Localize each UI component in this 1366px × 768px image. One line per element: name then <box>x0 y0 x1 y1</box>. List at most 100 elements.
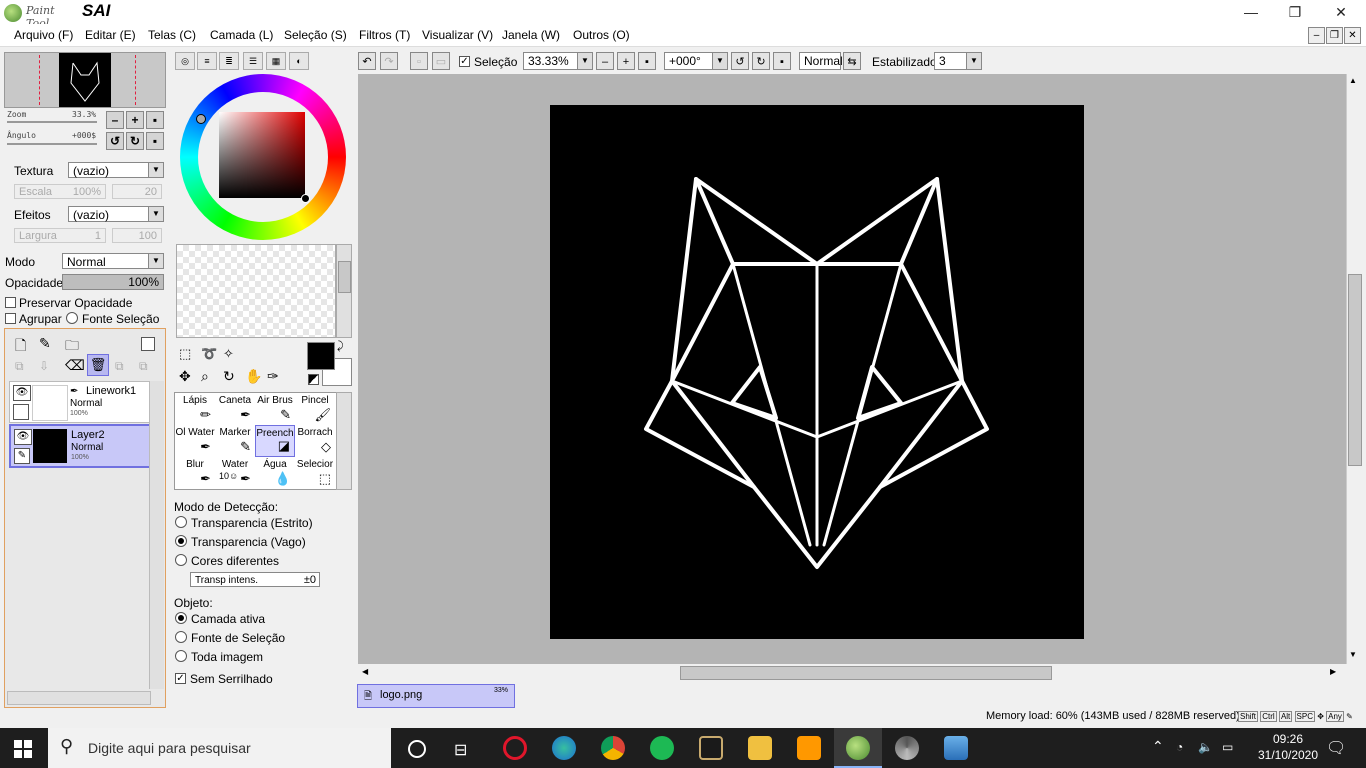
tool-selecior[interactable]: Selecior ⬚ <box>295 457 335 489</box>
layer-scrollbar[interactable] <box>149 381 164 689</box>
tool-preench[interactable]: Preench ◪ <box>255 425 295 457</box>
taskbar-active-app[interactable] <box>834 728 882 768</box>
zoom-out-button[interactable]: – <box>106 111 124 129</box>
eye-icon[interactable]: 👁 <box>13 385 31 401</box>
photos-icon[interactable] <box>944 736 968 760</box>
vscroll-thumb[interactable] <box>1348 274 1362 466</box>
angle-slider[interactable] <box>7 143 97 145</box>
clear-layer-icon[interactable]: ⌫ <box>65 357 85 374</box>
clock-date[interactable]: 31/10/2020 <box>1250 748 1326 762</box>
scroll-left-icon[interactable]: ◀ <box>362 667 368 676</box>
reset-colors-icon[interactable] <box>308 374 319 385</box>
opera-icon[interactable] <box>503 736 527 760</box>
object-whole-image-radio[interactable] <box>175 650 187 662</box>
scroll-up-icon[interactable]: ▲ <box>1349 76 1357 85</box>
rect-select-icon[interactable]: ⬚ <box>179 346 191 362</box>
texture-select[interactable]: (vazio) ▼ <box>68 162 164 178</box>
file-tab[interactable]: 🗎 logo.png 33% <box>357 684 515 708</box>
tool-borrach[interactable]: Borrach ◇ <box>295 425 335 457</box>
color-wheel-tab[interactable]: ◎ <box>175 52 195 70</box>
battery-icon[interactable]: ▭ <box>1222 740 1233 754</box>
detect-colors-radio[interactable] <box>175 554 187 566</box>
color-mixer-tab[interactable]: ☰ <box>243 52 263 70</box>
menu-visualizar[interactable]: Visualizar (V) <box>422 28 493 42</box>
zoom-icon[interactable]: ⌕ <box>201 368 209 385</box>
taskbar-search[interactable]: ⚲ Digite aqui para pesquisar <box>48 728 391 768</box>
object-active-layer-radio[interactable] <box>175 612 187 624</box>
redo-icon[interactable]: ↷ <box>380 52 398 70</box>
canvas-zoom-in-button[interactable]: + <box>617 52 635 70</box>
delete-layer-icon[interactable]: 🗑 <box>87 354 109 376</box>
magic-wand-icon[interactable]: ✧ <box>223 346 234 362</box>
maximize-button[interactable]: ❐ <box>1272 0 1318 24</box>
detect-strict-radio[interactable] <box>175 516 187 528</box>
obs-icon[interactable] <box>895 736 919 760</box>
close-button[interactable]: ✕ <box>1318 0 1364 24</box>
flip-icon[interactable]: ⇆ <box>843 52 861 70</box>
cortana-icon[interactable] <box>408 740 426 758</box>
network-icon[interactable]: ◔ <box>1176 740 1183 754</box>
clip-source-radio[interactable] <box>66 312 78 324</box>
move-icon[interactable]: ✥ <box>179 368 191 385</box>
layer-hscrollbar[interactable] <box>7 691 151 705</box>
rgb-slider-tab[interactable]: ≡ <box>197 52 217 70</box>
canvas-rotate-reset-button[interactable]: ▪ <box>773 52 791 70</box>
tool-marker[interactable]: Marker ✎ <box>215 425 255 457</box>
menu-editar[interactable]: Editar (E) <box>85 28 136 42</box>
blend-mode-select[interactable]: Normal ▼ <box>62 253 164 269</box>
brush-icon[interactable]: ✎ <box>14 448 30 464</box>
navigator-preview[interactable] <box>4 52 166 108</box>
scratchpad-scrollbar[interactable] <box>336 244 352 338</box>
view-mode-field[interactable]: Normal <box>799 52 843 70</box>
spotify-icon[interactable] <box>650 736 674 760</box>
tool-air-brus[interactable]: Air Brus ✎ <box>255 393 295 425</box>
eye-icon[interactable]: 👁 <box>14 429 32 445</box>
stabilizer-select[interactable]: 3 ▼ <box>934 52 982 70</box>
tool-ol-water[interactable]: Ol Water ✒ <box>175 425 215 457</box>
eyedropper-icon[interactable]: ✑ <box>267 368 279 385</box>
scratchpad-scroll-thumb[interactable] <box>338 261 351 293</box>
chevron-up-icon[interactable]: ⌃ <box>1152 738 1164 755</box>
menu-arquivo[interactable]: Arquivo (F) <box>14 28 73 42</box>
task-view-icon[interactable]: ⊟ <box>454 740 467 760</box>
chrome-icon[interactable] <box>601 736 625 760</box>
scratchpad-tab[interactable]: ◐ <box>289 52 309 70</box>
canvas-rotate-left-button[interactable]: ↺ <box>731 52 749 70</box>
file-explorer-icon[interactable] <box>748 736 772 760</box>
tool-water[interactable]: Water 10☺ ✒ <box>215 457 255 489</box>
swap-colors-icon[interactable]: ⤸ <box>337 340 344 353</box>
menu-outros[interactable]: Outros (O) <box>573 28 630 42</box>
hscroll-thumb[interactable] <box>680 666 1052 680</box>
deselect-icon[interactable]: ▫ <box>410 52 428 70</box>
windows-start-icon[interactable] <box>14 740 32 758</box>
canvas-zoom-reset-button[interactable]: ▪ <box>638 52 656 70</box>
tool-caneta[interactable]: Caneta ✒ <box>215 393 255 425</box>
scroll-down-icon[interactable]: ▼ <box>1349 650 1357 659</box>
minimize-button[interactable]: — <box>1228 0 1274 24</box>
tool-pincel[interactable]: Pincel 🖌 <box>295 393 335 425</box>
transp-intensity-slider[interactable]: Transp intens. ±0 <box>190 572 320 587</box>
canvas-artboard[interactable] <box>550 105 1084 639</box>
saturation-value-square[interactable] <box>219 112 305 198</box>
menu-janela[interactable]: Janela (W) <box>502 28 560 42</box>
canvas-rotate-right-button[interactable]: ↻ <box>752 52 770 70</box>
scratchpad-area[interactable] <box>176 244 336 338</box>
scroll-right-icon[interactable]: ▶ <box>1330 667 1336 676</box>
undo-icon[interactable]: ↶ <box>358 52 376 70</box>
swatches-tab[interactable]: ▦ <box>266 52 286 70</box>
object-selection-source-radio[interactable] <box>175 631 187 643</box>
rotate-icon[interactable]: ↻ <box>223 368 235 385</box>
detect-vague-radio[interactable] <box>175 535 187 547</box>
invert-selection-icon[interactable]: ▭ <box>432 52 450 70</box>
canvas-zoom-select[interactable]: 33.33% ▼ <box>523 52 593 70</box>
rotate-right-button[interactable]: ↻ <box>126 132 144 150</box>
layer-item-linework1[interactable]: 👁 ✒ Linework1 Normal 100% <box>9 381 153 423</box>
edge-icon[interactable] <box>552 736 576 760</box>
sv-marker[interactable] <box>301 194 310 203</box>
menu-camada[interactable]: Camada (L) <box>210 28 273 42</box>
preserve-opacity-checkbox[interactable] <box>5 297 16 308</box>
notifications-icon[interactable]: 🗨 <box>1326 738 1346 758</box>
tool-água[interactable]: Água 💧 <box>255 457 295 489</box>
new-layer-icon[interactable]: 🗋 <box>15 335 26 359</box>
zoom-reset-button[interactable]: ▪ <box>146 111 164 129</box>
